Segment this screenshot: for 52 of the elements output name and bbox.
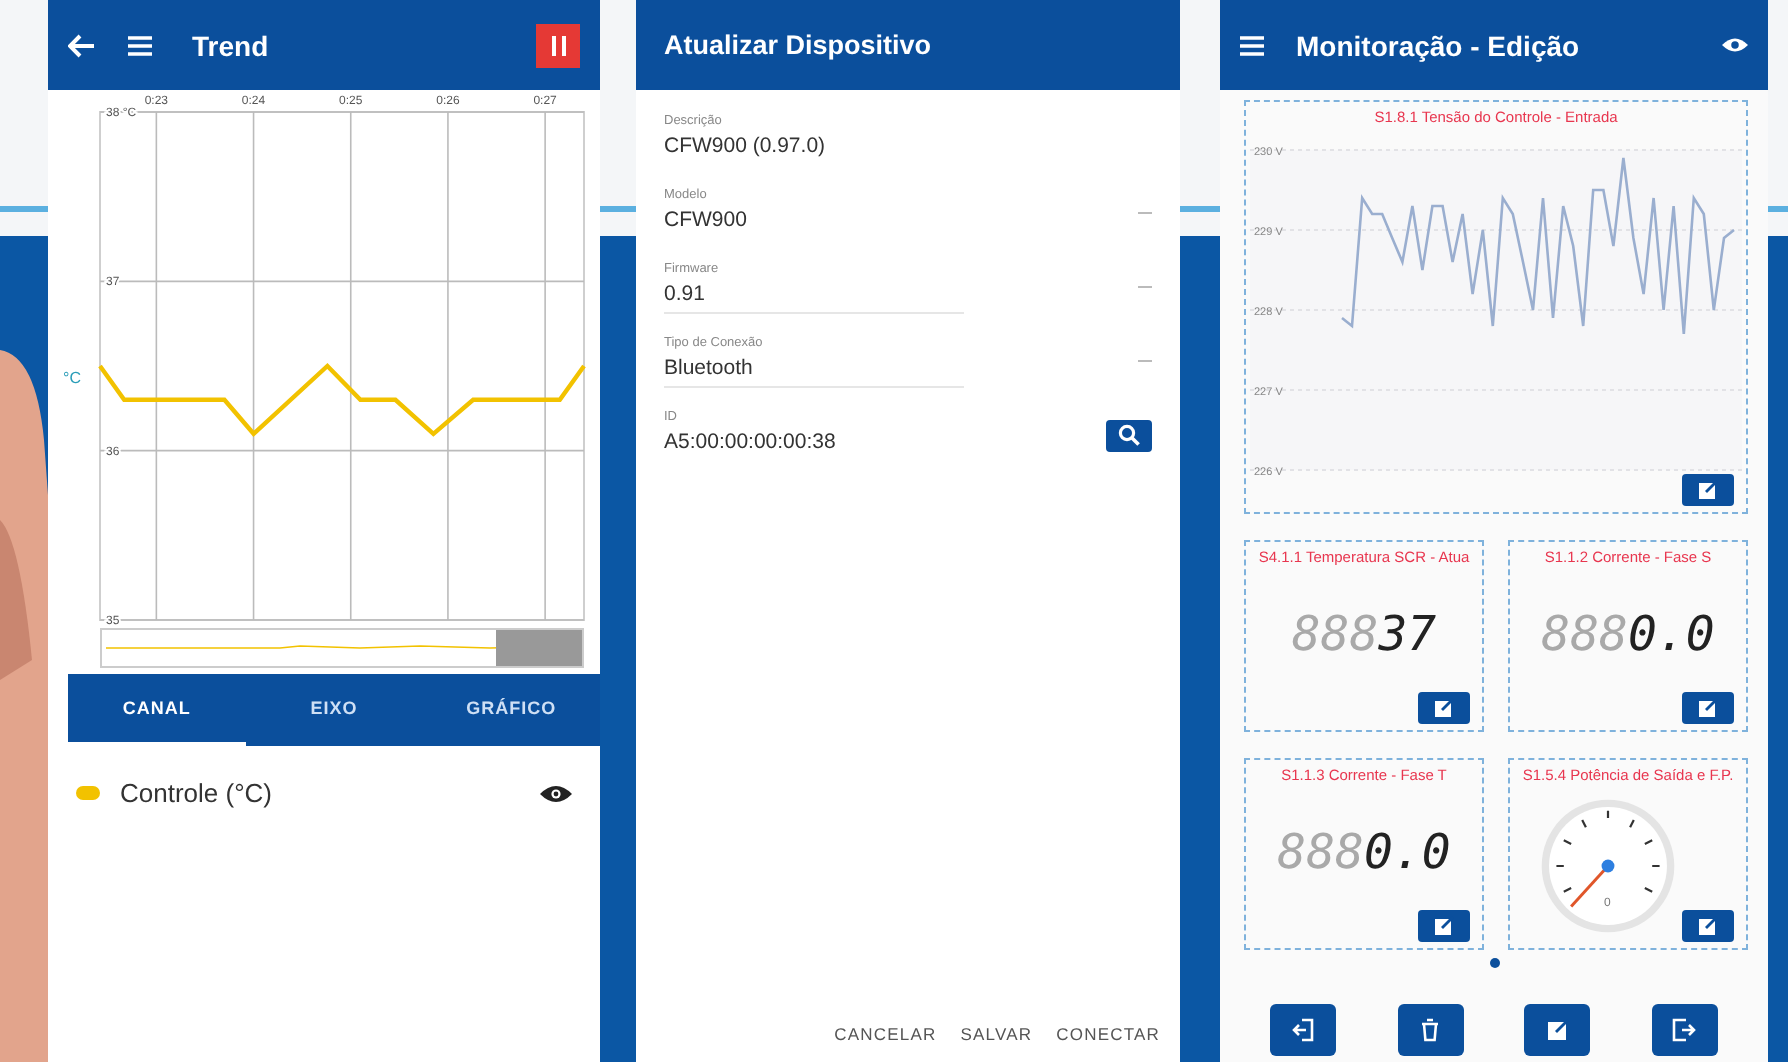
toolbar-button[interactable] xyxy=(1397,1004,1464,1056)
tab[interactable]: CANAL xyxy=(68,674,246,746)
segment-display-background: 888 xyxy=(1541,606,1628,662)
segment-display-value: 0.0 xyxy=(1364,824,1451,880)
edit-icon xyxy=(1434,698,1454,718)
edit-button[interactable] xyxy=(1418,910,1470,942)
edit-button[interactable] xyxy=(1682,692,1734,724)
eye-icon[interactable] xyxy=(1722,36,1748,54)
tab[interactable]: GRÁFICO xyxy=(422,674,600,746)
edit-icon xyxy=(1698,480,1718,500)
tab[interactable]: EIXO xyxy=(245,674,423,746)
document-arrow-icon xyxy=(1672,1018,1697,1042)
screen-title: Trend xyxy=(192,29,271,61)
action-button[interactable]: SALVAR xyxy=(956,1024,1037,1044)
field-value[interactable]: CFW900 (0.97.0) xyxy=(664,134,964,158)
action-button[interactable]: CANCELAR xyxy=(830,1024,941,1044)
toolbar-button[interactable] xyxy=(1270,1004,1337,1056)
edit-icon xyxy=(1698,916,1718,936)
overview-strip[interactable] xyxy=(100,628,584,668)
pause-button[interactable] xyxy=(536,23,580,67)
screen-title: Atualizar Dispositivo xyxy=(664,30,932,60)
gauge-drawing xyxy=(1538,796,1678,936)
toolbar-button[interactable] xyxy=(1651,1004,1718,1056)
field-value[interactable]: A5:00:00:00:00:38 xyxy=(664,430,964,454)
segment-display-background: 888 xyxy=(1291,606,1379,662)
edit-button[interactable] xyxy=(1682,474,1734,506)
eye-icon[interactable] xyxy=(540,783,572,803)
document-arrow-icon xyxy=(1291,1018,1316,1042)
edit-icon xyxy=(1698,698,1718,718)
screen-title: Monitoração - Edição xyxy=(1296,29,1582,61)
segment-display-value: 0.0 xyxy=(1628,606,1715,662)
page-indicator-dot xyxy=(1489,958,1499,968)
edit-icon xyxy=(1545,1018,1570,1042)
field-value[interactable]: CFW900 xyxy=(664,208,964,232)
pause-icon xyxy=(551,35,565,55)
search-button[interactable] xyxy=(1106,419,1152,451)
toolbar-button[interactable] xyxy=(1524,1004,1591,1056)
edit-button[interactable] xyxy=(1418,692,1470,724)
search-icon xyxy=(1118,424,1140,446)
channel-name: Controle (°C) xyxy=(120,778,274,808)
action-button[interactable]: CONECTAR xyxy=(1052,1024,1164,1044)
menu-icon[interactable] xyxy=(1240,35,1264,55)
edit-button[interactable] xyxy=(1682,910,1734,942)
trash-icon xyxy=(1418,1018,1443,1042)
segment-display-value: 37 xyxy=(1378,606,1437,662)
y-axis-label: °C xyxy=(63,368,81,387)
back-arrow-icon[interactable] xyxy=(68,33,96,57)
field-value[interactable]: 0.91 xyxy=(664,281,964,305)
edit-icon xyxy=(1434,916,1454,936)
menu-icon[interactable] xyxy=(128,35,152,55)
segment-display-background: 888 xyxy=(1277,824,1364,880)
field-value[interactable]: Bluetooth xyxy=(664,355,964,379)
